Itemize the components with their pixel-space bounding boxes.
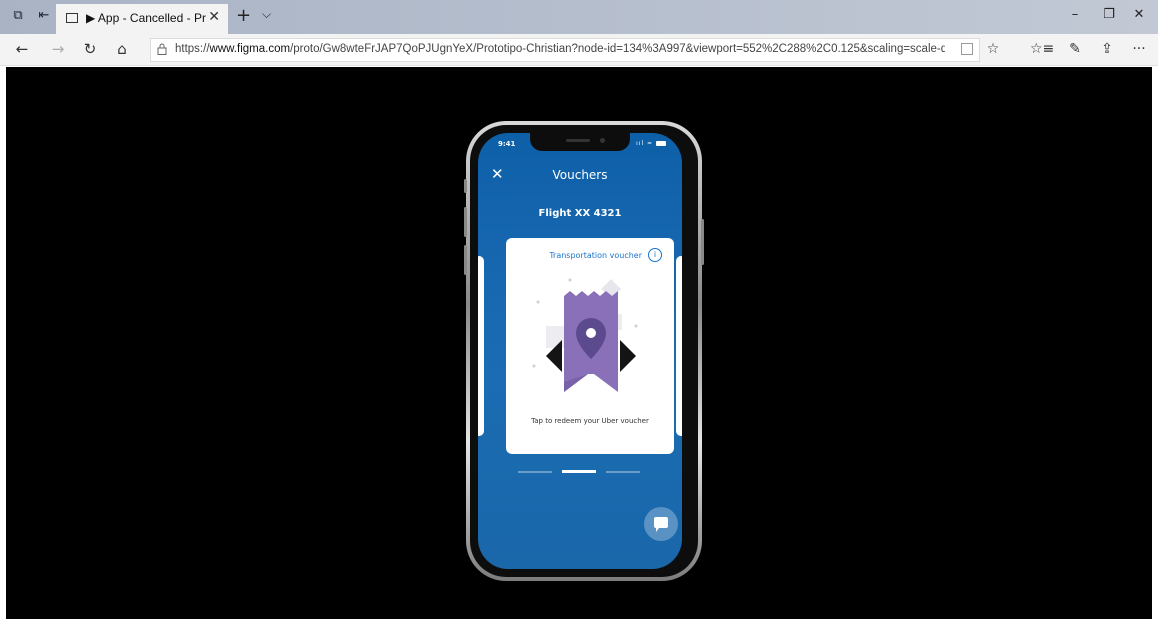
volume-down-button — [464, 245, 467, 275]
close-window-button[interactable]: ✕ — [1124, 7, 1154, 22]
pager-dot-active[interactable] — [562, 470, 596, 473]
redeem-caption: Tap to redeem your Uber voucher — [531, 417, 649, 425]
browser-tab-bar: ⧉ ⇤ ▶ App - Cancelled - Prc ✕ + ⌵ – ❐ ✕ — [0, 0, 1158, 34]
page-icon — [66, 13, 78, 23]
flight-number: Flight XX 4321 — [538, 208, 622, 219]
forward-button[interactable]: → — [48, 40, 68, 58]
pager-dot[interactable] — [606, 471, 640, 473]
notch — [530, 133, 630, 151]
tab-actions-icon[interactable]: ⧉ — [10, 9, 26, 23]
favorite-star-icon[interactable]: ☆ — [982, 41, 1004, 57]
status-time: 9:41 — [498, 140, 516, 148]
phone-screen: 9:41 ııl ≈ ✕ Vouchers Flight XX 4321 Tra… — [478, 133, 682, 569]
mute-switch — [464, 179, 467, 193]
new-tab-button[interactable]: + — [236, 5, 251, 26]
speaker — [566, 139, 590, 142]
previous-card-peek[interactable] — [478, 256, 484, 436]
tab-close-icon[interactable]: ✕ — [208, 9, 220, 25]
prototype-viewport: 9:41 ııl ≈ ✕ Vouchers Flight XX 4321 Tra… — [6, 67, 1152, 619]
pager-dot[interactable] — [518, 471, 552, 473]
status-icons: ııl ≈ — [636, 140, 666, 147]
refresh-button[interactable]: ↻ — [80, 40, 100, 58]
back-button[interactable]: ← — [12, 40, 32, 58]
reading-view-icon[interactable] — [961, 43, 973, 55]
voucher-type-label: Transportation voucher — [549, 251, 642, 260]
address-bar: ← → ↻ ⌂ https://www.figma.com/proto/Gw8w… — [0, 34, 1158, 66]
screen-title: Vouchers — [552, 168, 608, 182]
minimize-button[interactable]: – — [1060, 7, 1090, 22]
favorites-list-icon[interactable]: ☆≡ — [1030, 41, 1054, 57]
more-icon[interactable]: ··· — [1128, 41, 1150, 57]
next-card-peek[interactable] — [676, 256, 682, 436]
info-icon[interactable]: i — [648, 248, 662, 262]
chat-button[interactable] — [644, 507, 678, 541]
tab-aside-icon[interactable]: ⇤ — [36, 9, 52, 23]
tab-title: ▶ App - Cancelled - Prc — [86, 11, 206, 25]
ticket-pin-icon — [532, 278, 638, 404]
pen-icon[interactable]: ✎ — [1064, 41, 1086, 57]
browser-tab[interactable]: ▶ App - Cancelled - Prc ✕ — [56, 4, 228, 34]
battery-icon — [656, 141, 666, 146]
camera — [600, 138, 605, 143]
volume-up-button — [464, 207, 467, 237]
url-input[interactable]: https://www.figma.com/proto/Gw8wteFrJAP7… — [150, 38, 980, 62]
tab-list-chevron-icon[interactable]: ⌵ — [262, 7, 271, 22]
power-button — [701, 219, 704, 265]
url-text: https://www.figma.com/proto/Gw8wteFrJAP7… — [175, 43, 945, 55]
share-icon[interactable]: ⇪ — [1096, 41, 1118, 57]
restore-button[interactable]: ❐ — [1094, 7, 1124, 22]
phone-frame: 9:41 ııl ≈ ✕ Vouchers Flight XX 4321 Tra… — [464, 121, 704, 581]
chat-icon — [654, 517, 668, 532]
lock-icon — [157, 43, 167, 55]
home-button[interactable]: ⌂ — [112, 40, 132, 58]
voucher-card[interactable]: Transportation voucher i Tap to redeem y… — [506, 238, 674, 454]
